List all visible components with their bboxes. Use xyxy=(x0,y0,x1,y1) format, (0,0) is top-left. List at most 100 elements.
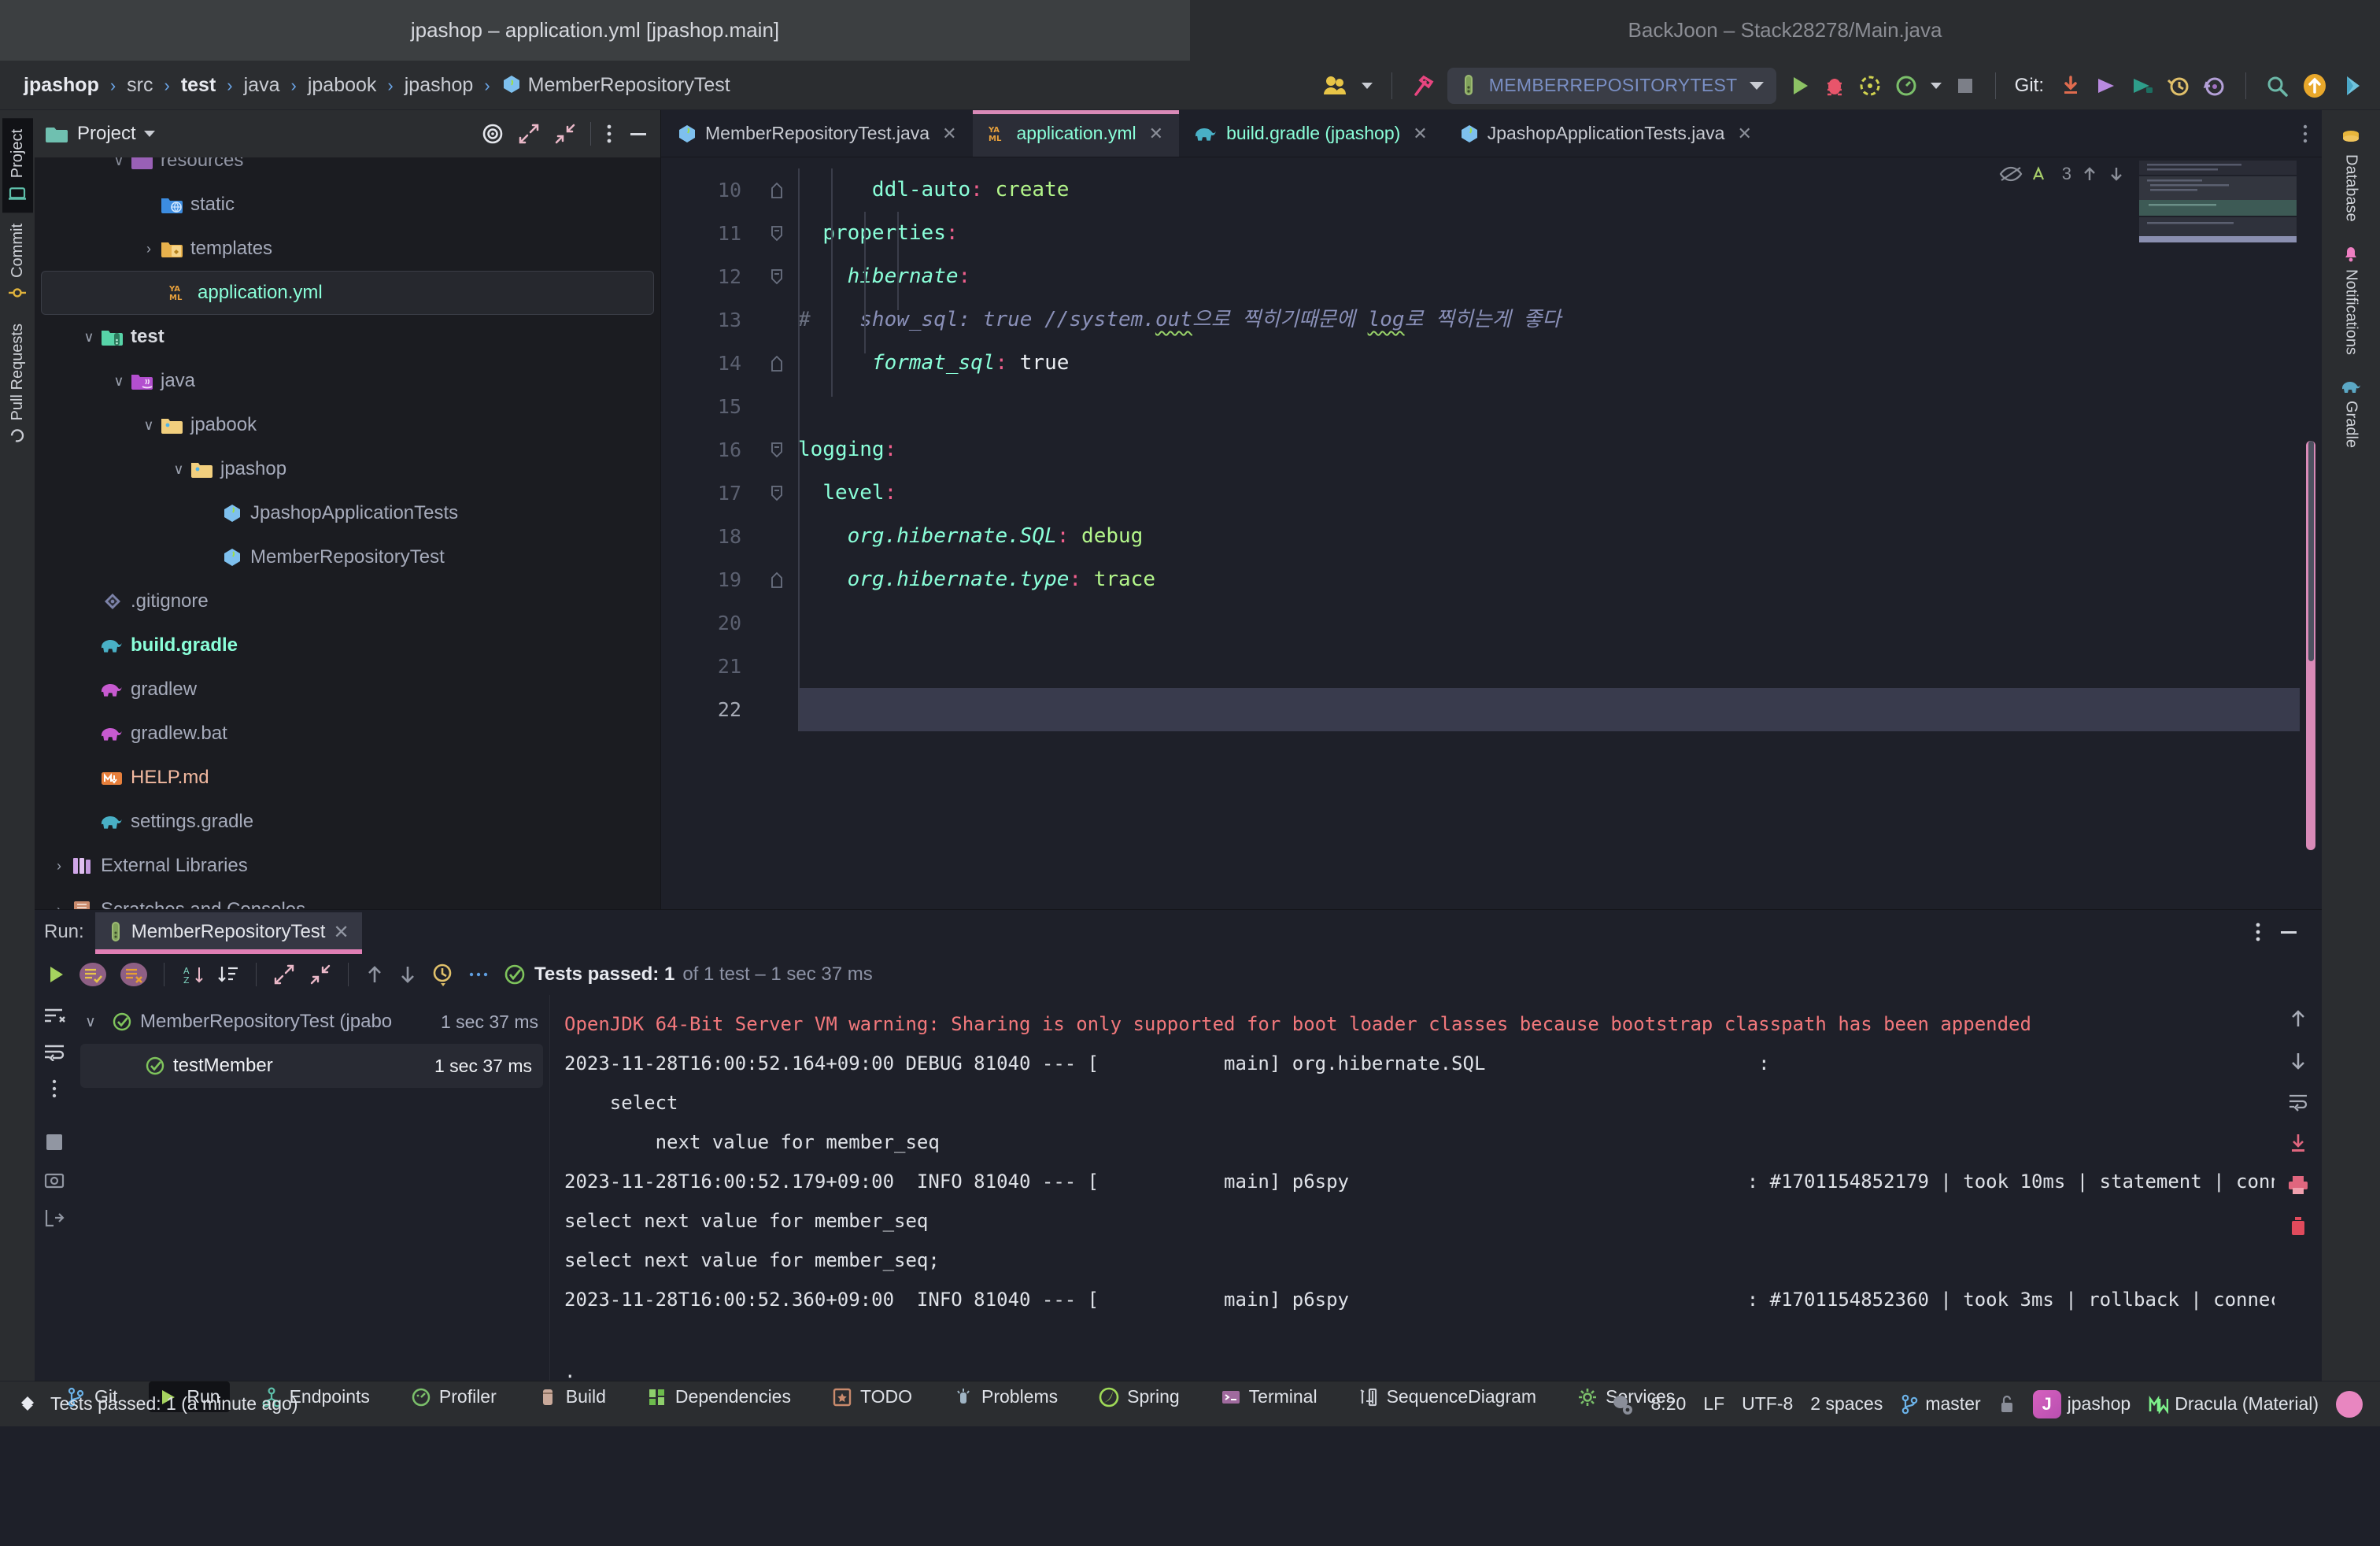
tree-item-jpashopapplicationtests[interactable]: JpashopApplicationTests xyxy=(35,491,660,535)
bottom-tool-build[interactable]: Build xyxy=(528,1381,615,1412)
users-icon[interactable] xyxy=(1322,74,1349,98)
profiler-icon[interactable] xyxy=(1894,74,1918,98)
stop-icon[interactable] xyxy=(1954,75,1976,97)
git-push-icon[interactable] xyxy=(2094,75,2118,97)
indent-setting[interactable]: 2 spaces xyxy=(1810,1393,1883,1415)
screenshot-icon[interactable] xyxy=(44,1170,65,1190)
breadcrumb-item-4[interactable]: jpabook xyxy=(298,74,386,97)
chevron-down-icon[interactable] xyxy=(143,131,155,137)
tree-item-templates[interactable]: › templates xyxy=(35,227,660,271)
tree-item-memberrepositorytest[interactable]: MemberRepositoryTest xyxy=(35,535,660,579)
editor-tab-application-yml[interactable]: YA ML application.yml ✕ xyxy=(972,110,1180,157)
code-line-22[interactable] xyxy=(798,688,2300,731)
status-message-icon[interactable] xyxy=(17,1394,38,1415)
git-pull-icon[interactable] xyxy=(2060,74,2082,98)
bottom-tool-dependencies[interactable]: Dependencies xyxy=(638,1381,800,1412)
export-icon[interactable] xyxy=(44,1208,65,1228)
bottom-tool-todo[interactable]: TODO xyxy=(822,1381,922,1412)
breadcrumb-item-6[interactable]: MemberRepositoryTest xyxy=(492,74,740,97)
chevron-down-icon[interactable]: ∨ xyxy=(139,417,159,434)
tree-item-test[interactable]: ∨ test xyxy=(35,315,660,359)
chevron-down-icon[interactable] xyxy=(1749,81,1764,90)
tree-item-external-libraries[interactable]: › External Libraries xyxy=(35,844,660,888)
editor-tab-memberrepositorytest-java[interactable]: MemberRepositoryTest.java ✕ xyxy=(661,110,973,157)
scroll-to-bottom-icon[interactable] xyxy=(2288,1050,2308,1072)
tree-item-gradlew[interactable]: gradlew xyxy=(35,668,660,712)
file-encoding[interactable]: UTF-8 xyxy=(1742,1393,1793,1415)
search-icon[interactable] xyxy=(2265,74,2289,98)
chevron-down-icon[interactable]: ∨ xyxy=(85,1013,104,1031)
bottom-tool-profiler[interactable]: Profiler xyxy=(401,1381,506,1412)
filter-tests-icon[interactable] xyxy=(42,1006,66,1025)
tree-item-jpabook[interactable]: ∨ jpabook xyxy=(35,403,660,447)
breadcrumb-item-1[interactable]: src xyxy=(117,74,162,97)
chevron-down-icon[interactable]: ∨ xyxy=(109,373,129,390)
test-row-testmember[interactable]: testMember 1 sec 37 ms xyxy=(80,1044,543,1088)
bottom-tool-problems[interactable]: Problems xyxy=(944,1381,1067,1412)
delete-icon[interactable] xyxy=(2288,1215,2308,1237)
editor-scrollbar-gutter[interactable] xyxy=(2300,157,2322,909)
code-text[interactable]: ddl-auto: create properties: hibernate: #… xyxy=(798,157,2300,909)
tree-item--gitignore[interactable]: .gitignore xyxy=(35,579,660,623)
fold-marker-icon[interactable] xyxy=(756,255,798,298)
more-options-icon[interactable] xyxy=(467,970,490,979)
soft-wrap-icon[interactable] xyxy=(44,1132,65,1152)
code-line-20[interactable] xyxy=(798,601,2300,645)
test-row-memberrepositorytest-jpabo[interactable]: ∨ MemberRepositoryTest (jpabo 1 sec 37 ms xyxy=(74,1000,549,1044)
status-message[interactable]: Tests passed: 1 (a minute ago) xyxy=(50,1393,298,1415)
sidebar-item-project[interactable]: Project xyxy=(2,118,33,213)
editor-viewport[interactable]: 10 11 12 13 14 15 16 17 18 19 20 21 22 ddl-auto: cre… xyxy=(661,157,2322,909)
run-icon[interactable] xyxy=(1789,74,1811,98)
tree-item-settings-gradle[interactable]: settings.gradle xyxy=(35,800,660,844)
caret-position[interactable]: 8:20 xyxy=(1651,1393,1687,1415)
git-rollback-icon[interactable] xyxy=(2203,74,2227,98)
tree-item-application-yml[interactable]: YA ML application.yml xyxy=(41,271,654,315)
chevron-down-icon[interactable]: ∨ xyxy=(109,157,129,169)
sort-alphabetically-icon[interactable]: AZ xyxy=(180,963,204,986)
breadcrumb-item-2[interactable]: test xyxy=(172,74,225,97)
hide-panel-icon[interactable] xyxy=(627,123,649,145)
theme-widget[interactable]: Dracula (Material) xyxy=(2148,1393,2319,1415)
scroll-to-top-icon[interactable] xyxy=(2288,1008,2308,1030)
expand-all-icon[interactable] xyxy=(272,963,296,986)
tree-item-java[interactable]: ∨ java xyxy=(35,359,660,403)
sidebar-item-pull-requests[interactable]: Pull Requests xyxy=(2,313,33,455)
close-icon[interactable]: ✕ xyxy=(1149,124,1163,144)
tree-item-resources[interactable]: ∨ resources xyxy=(35,157,660,183)
print-icon[interactable] xyxy=(2287,1174,2309,1195)
coverage-icon[interactable] xyxy=(1858,74,1882,98)
git-history-icon[interactable] xyxy=(2167,74,2190,98)
fold-marker-icon[interactable] xyxy=(756,428,798,472)
show-passed-icon[interactable] xyxy=(79,962,107,987)
tree-item-static[interactable]: static xyxy=(35,183,660,227)
run-tab-member-repository-test[interactable]: MemberRepositoryTest ✕ xyxy=(94,912,362,954)
rerun-icon[interactable] xyxy=(46,963,66,986)
tree-item-help-md[interactable]: HELP.md xyxy=(35,756,660,800)
fold-marker-icon[interactable] xyxy=(756,558,798,601)
soft-wrap-toggle-icon[interactable] xyxy=(2287,1093,2309,1111)
prev-failed-icon[interactable] xyxy=(364,963,385,986)
code-line-12[interactable]: hibernate: xyxy=(798,255,2300,298)
target-scroll-icon[interactable] xyxy=(482,123,504,145)
editor-tab-build-gradle-jpashop-[interactable]: build.gradle (jpashop) ✕ xyxy=(1179,110,1443,157)
editor-tab-jpashopapplicationtests-java[interactable]: JpashopApplicationTests.java ✕ xyxy=(1443,110,1768,157)
sidebar-item-commit[interactable]: Commit xyxy=(2,213,33,313)
bottom-tool-spring[interactable]: Spring xyxy=(1089,1381,1188,1412)
fold-marker-icon[interactable] xyxy=(756,168,798,212)
code-line-18[interactable]: org.hibernate.SQL: debug xyxy=(798,515,2300,558)
project-tree[interactable]: ∨ resources static › templates YA ML applicatio… xyxy=(35,157,660,909)
git-commit-icon[interactable] xyxy=(2131,75,2154,97)
next-problem-icon[interactable] xyxy=(2108,165,2125,183)
close-icon[interactable]: ✕ xyxy=(942,124,956,144)
bottom-tool-terminal[interactable]: Terminal xyxy=(1211,1381,1327,1412)
ai-assistant-icon[interactable] xyxy=(2341,73,2366,98)
code-line-21[interactable] xyxy=(798,645,2300,688)
editor-tab-options[interactable] xyxy=(2289,110,2322,157)
close-icon[interactable]: ✕ xyxy=(333,921,349,944)
collapse-all-icon[interactable] xyxy=(554,123,576,145)
code-folding-gutter[interactable] xyxy=(756,157,798,909)
more-options-icon[interactable] xyxy=(605,123,613,145)
chevron-down-icon[interactable]: ∨ xyxy=(168,461,189,478)
update-icon[interactable] xyxy=(2301,72,2328,99)
close-icon[interactable]: ✕ xyxy=(1413,124,1427,144)
